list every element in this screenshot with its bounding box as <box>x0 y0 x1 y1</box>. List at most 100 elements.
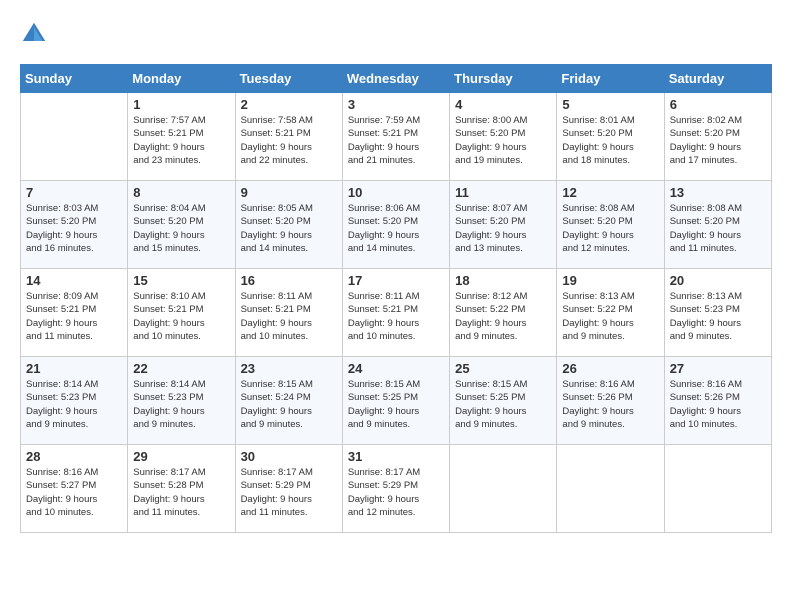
calendar-week-row: 14Sunrise: 8:09 AM Sunset: 5:21 PM Dayli… <box>21 269 772 357</box>
calendar-week-row: 28 Sunrise: 8:16 AM Sunset: 5:27 PM Dayli… <box>21 445 772 533</box>
cell-info: Sunrise: 8:07 AM Sunset: 5:20 PM Dayligh… <box>455 202 551 255</box>
day-number: 9 <box>241 185 337 200</box>
cell-info: Sunrise: 8:14 AM Sunset: 5:23 PM Dayligh… <box>133 378 229 431</box>
calendar-header-row: SundayMondayTuesdayWednesdayThursdayFrid… <box>21 65 772 93</box>
cell-info: Sunrise: 8:17 AM Sunset: 5:29 PM Dayligh… <box>348 466 444 519</box>
calendar-cell: 27 Sunrise: 8:16 AM Sunset: 5:26 PM Dayli… <box>664 357 771 445</box>
cell-info: Sunrise: 8:13 AM Sunset: 5:22 PM Dayligh… <box>562 290 658 343</box>
calendar-cell: 10 Sunrise: 8:06 AM Sunset: 5:20 PM Dayli… <box>342 181 449 269</box>
cell-info: Sunrise: 8:15 AM Sunset: 5:24 PM Dayligh… <box>241 378 337 431</box>
cell-info: Sunrise: 8:11 AM Sunset: 5:21 PM Dayligh… <box>241 290 337 343</box>
day-number: 26 <box>562 361 658 376</box>
calendar-cell: 7 Sunrise: 8:03 AM Sunset: 5:20 PM Daylig… <box>21 181 128 269</box>
day-number: 18 <box>455 273 551 288</box>
day-number: 2 <box>241 97 337 112</box>
day-number: 3 <box>348 97 444 112</box>
day-number: 12 <box>562 185 658 200</box>
cell-info: Sunrise: 8:17 AM Sunset: 5:28 PM Dayligh… <box>133 466 229 519</box>
calendar-cell: 3 Sunrise: 7:59 AM Sunset: 5:21 PM Daylig… <box>342 93 449 181</box>
calendar-table: SundayMondayTuesdayWednesdayThursdayFrid… <box>20 64 772 533</box>
cell-info: Sunrise: 8:06 AM Sunset: 5:20 PM Dayligh… <box>348 202 444 255</box>
logo-icon <box>20 20 48 48</box>
col-header-saturday: Saturday <box>664 65 771 93</box>
col-header-monday: Monday <box>128 65 235 93</box>
calendar-cell <box>450 445 557 533</box>
cell-info: Sunrise: 8:14 AM Sunset: 5:23 PM Dayligh… <box>26 378 122 431</box>
calendar-week-row: 7 Sunrise: 8:03 AM Sunset: 5:20 PM Daylig… <box>21 181 772 269</box>
day-number: 31 <box>348 449 444 464</box>
day-number: 19 <box>562 273 658 288</box>
col-header-friday: Friday <box>557 65 664 93</box>
cell-info: Sunrise: 7:57 AM Sunset: 5:21 PM Dayligh… <box>133 114 229 167</box>
cell-info: Sunrise: 8:16 AM Sunset: 5:26 PM Dayligh… <box>562 378 658 431</box>
day-number: 21 <box>26 361 122 376</box>
calendar-cell: 5 Sunrise: 8:01 AM Sunset: 5:20 PM Daylig… <box>557 93 664 181</box>
logo <box>20 20 52 48</box>
calendar-cell: 23 Sunrise: 8:15 AM Sunset: 5:24 PM Dayli… <box>235 357 342 445</box>
calendar-cell: 14Sunrise: 8:09 AM Sunset: 5:21 PM Dayli… <box>21 269 128 357</box>
day-number: 24 <box>348 361 444 376</box>
day-number: 22 <box>133 361 229 376</box>
cell-info: Sunrise: 8:11 AM Sunset: 5:21 PM Dayligh… <box>348 290 444 343</box>
day-number: 10 <box>348 185 444 200</box>
cell-info: Sunrise: 8:13 AM Sunset: 5:23 PM Dayligh… <box>670 290 766 343</box>
calendar-cell: 8 Sunrise: 8:04 AM Sunset: 5:20 PM Daylig… <box>128 181 235 269</box>
cell-info: Sunrise: 8:15 AM Sunset: 5:25 PM Dayligh… <box>348 378 444 431</box>
calendar-cell: 11 Sunrise: 8:07 AM Sunset: 5:20 PM Dayli… <box>450 181 557 269</box>
calendar-cell: 21 Sunrise: 8:14 AM Sunset: 5:23 PM Dayli… <box>21 357 128 445</box>
calendar-cell: 6Sunrise: 8:02 AM Sunset: 5:20 PM Daylig… <box>664 93 771 181</box>
calendar-cell: 22 Sunrise: 8:14 AM Sunset: 5:23 PM Dayli… <box>128 357 235 445</box>
day-number: 27 <box>670 361 766 376</box>
day-number: 6 <box>670 97 766 112</box>
calendar-cell: 30 Sunrise: 8:17 AM Sunset: 5:29 PM Dayli… <box>235 445 342 533</box>
calendar-cell: 31 Sunrise: 8:17 AM Sunset: 5:29 PM Dayli… <box>342 445 449 533</box>
calendar-cell: 17Sunrise: 8:11 AM Sunset: 5:21 PM Dayli… <box>342 269 449 357</box>
calendar-cell: 16 Sunrise: 8:11 AM Sunset: 5:21 PM Dayli… <box>235 269 342 357</box>
calendar-week-row: 1 Sunrise: 7:57 AM Sunset: 5:21 PM Daylig… <box>21 93 772 181</box>
day-number: 30 <box>241 449 337 464</box>
cell-info: Sunrise: 8:16 AM Sunset: 5:26 PM Dayligh… <box>670 378 766 431</box>
day-number: 11 <box>455 185 551 200</box>
cell-info: Sunrise: 8:03 AM Sunset: 5:20 PM Dayligh… <box>26 202 122 255</box>
calendar-cell: 4 Sunrise: 8:00 AM Sunset: 5:20 PM Daylig… <box>450 93 557 181</box>
cell-info: Sunrise: 8:17 AM Sunset: 5:29 PM Dayligh… <box>241 466 337 519</box>
day-number: 1 <box>133 97 229 112</box>
cell-info: Sunrise: 8:00 AM Sunset: 5:20 PM Dayligh… <box>455 114 551 167</box>
calendar-cell: 1 Sunrise: 7:57 AM Sunset: 5:21 PM Daylig… <box>128 93 235 181</box>
calendar-cell: 12 Sunrise: 8:08 AM Sunset: 5:20 PM Dayli… <box>557 181 664 269</box>
calendar-cell: 18Sunrise: 8:12 AM Sunset: 5:22 PM Dayli… <box>450 269 557 357</box>
col-header-tuesday: Tuesday <box>235 65 342 93</box>
calendar-cell: 15Sunrise: 8:10 AM Sunset: 5:21 PM Dayli… <box>128 269 235 357</box>
col-header-sunday: Sunday <box>21 65 128 93</box>
day-number: 8 <box>133 185 229 200</box>
calendar-cell: 26 Sunrise: 8:16 AM Sunset: 5:26 PM Dayli… <box>557 357 664 445</box>
cell-info: Sunrise: 8:15 AM Sunset: 5:25 PM Dayligh… <box>455 378 551 431</box>
cell-info: Sunrise: 8:01 AM Sunset: 5:20 PM Dayligh… <box>562 114 658 167</box>
day-number: 4 <box>455 97 551 112</box>
day-number: 28 <box>26 449 122 464</box>
calendar-cell: 29 Sunrise: 8:17 AM Sunset: 5:28 PM Dayli… <box>128 445 235 533</box>
calendar-cell: 19 Sunrise: 8:13 AM Sunset: 5:22 PM Dayli… <box>557 269 664 357</box>
cell-info: Sunrise: 7:59 AM Sunset: 5:21 PM Dayligh… <box>348 114 444 167</box>
cell-info: Sunrise: 8:09 AM Sunset: 5:21 PM Dayligh… <box>26 290 122 343</box>
day-number: 23 <box>241 361 337 376</box>
cell-info: Sunrise: 8:08 AM Sunset: 5:20 PM Dayligh… <box>670 202 766 255</box>
cell-info: Sunrise: 7:58 AM Sunset: 5:21 PM Dayligh… <box>241 114 337 167</box>
calendar-cell <box>664 445 771 533</box>
day-number: 5 <box>562 97 658 112</box>
cell-info: Sunrise: 8:16 AM Sunset: 5:27 PM Dayligh… <box>26 466 122 519</box>
cell-info: Sunrise: 8:08 AM Sunset: 5:20 PM Dayligh… <box>562 202 658 255</box>
day-number: 7 <box>26 185 122 200</box>
day-number: 16 <box>241 273 337 288</box>
col-header-wednesday: Wednesday <box>342 65 449 93</box>
cell-info: Sunrise: 8:05 AM Sunset: 5:20 PM Dayligh… <box>241 202 337 255</box>
calendar-cell: 24 Sunrise: 8:15 AM Sunset: 5:25 PM Dayli… <box>342 357 449 445</box>
calendar-cell <box>21 93 128 181</box>
calendar-cell: 9 Sunrise: 8:05 AM Sunset: 5:20 PM Daylig… <box>235 181 342 269</box>
day-number: 15 <box>133 273 229 288</box>
col-header-thursday: Thursday <box>450 65 557 93</box>
calendar-cell: 13Sunrise: 8:08 AM Sunset: 5:20 PM Dayli… <box>664 181 771 269</box>
calendar-cell: 20Sunrise: 8:13 AM Sunset: 5:23 PM Dayli… <box>664 269 771 357</box>
cell-info: Sunrise: 8:04 AM Sunset: 5:20 PM Dayligh… <box>133 202 229 255</box>
day-number: 29 <box>133 449 229 464</box>
